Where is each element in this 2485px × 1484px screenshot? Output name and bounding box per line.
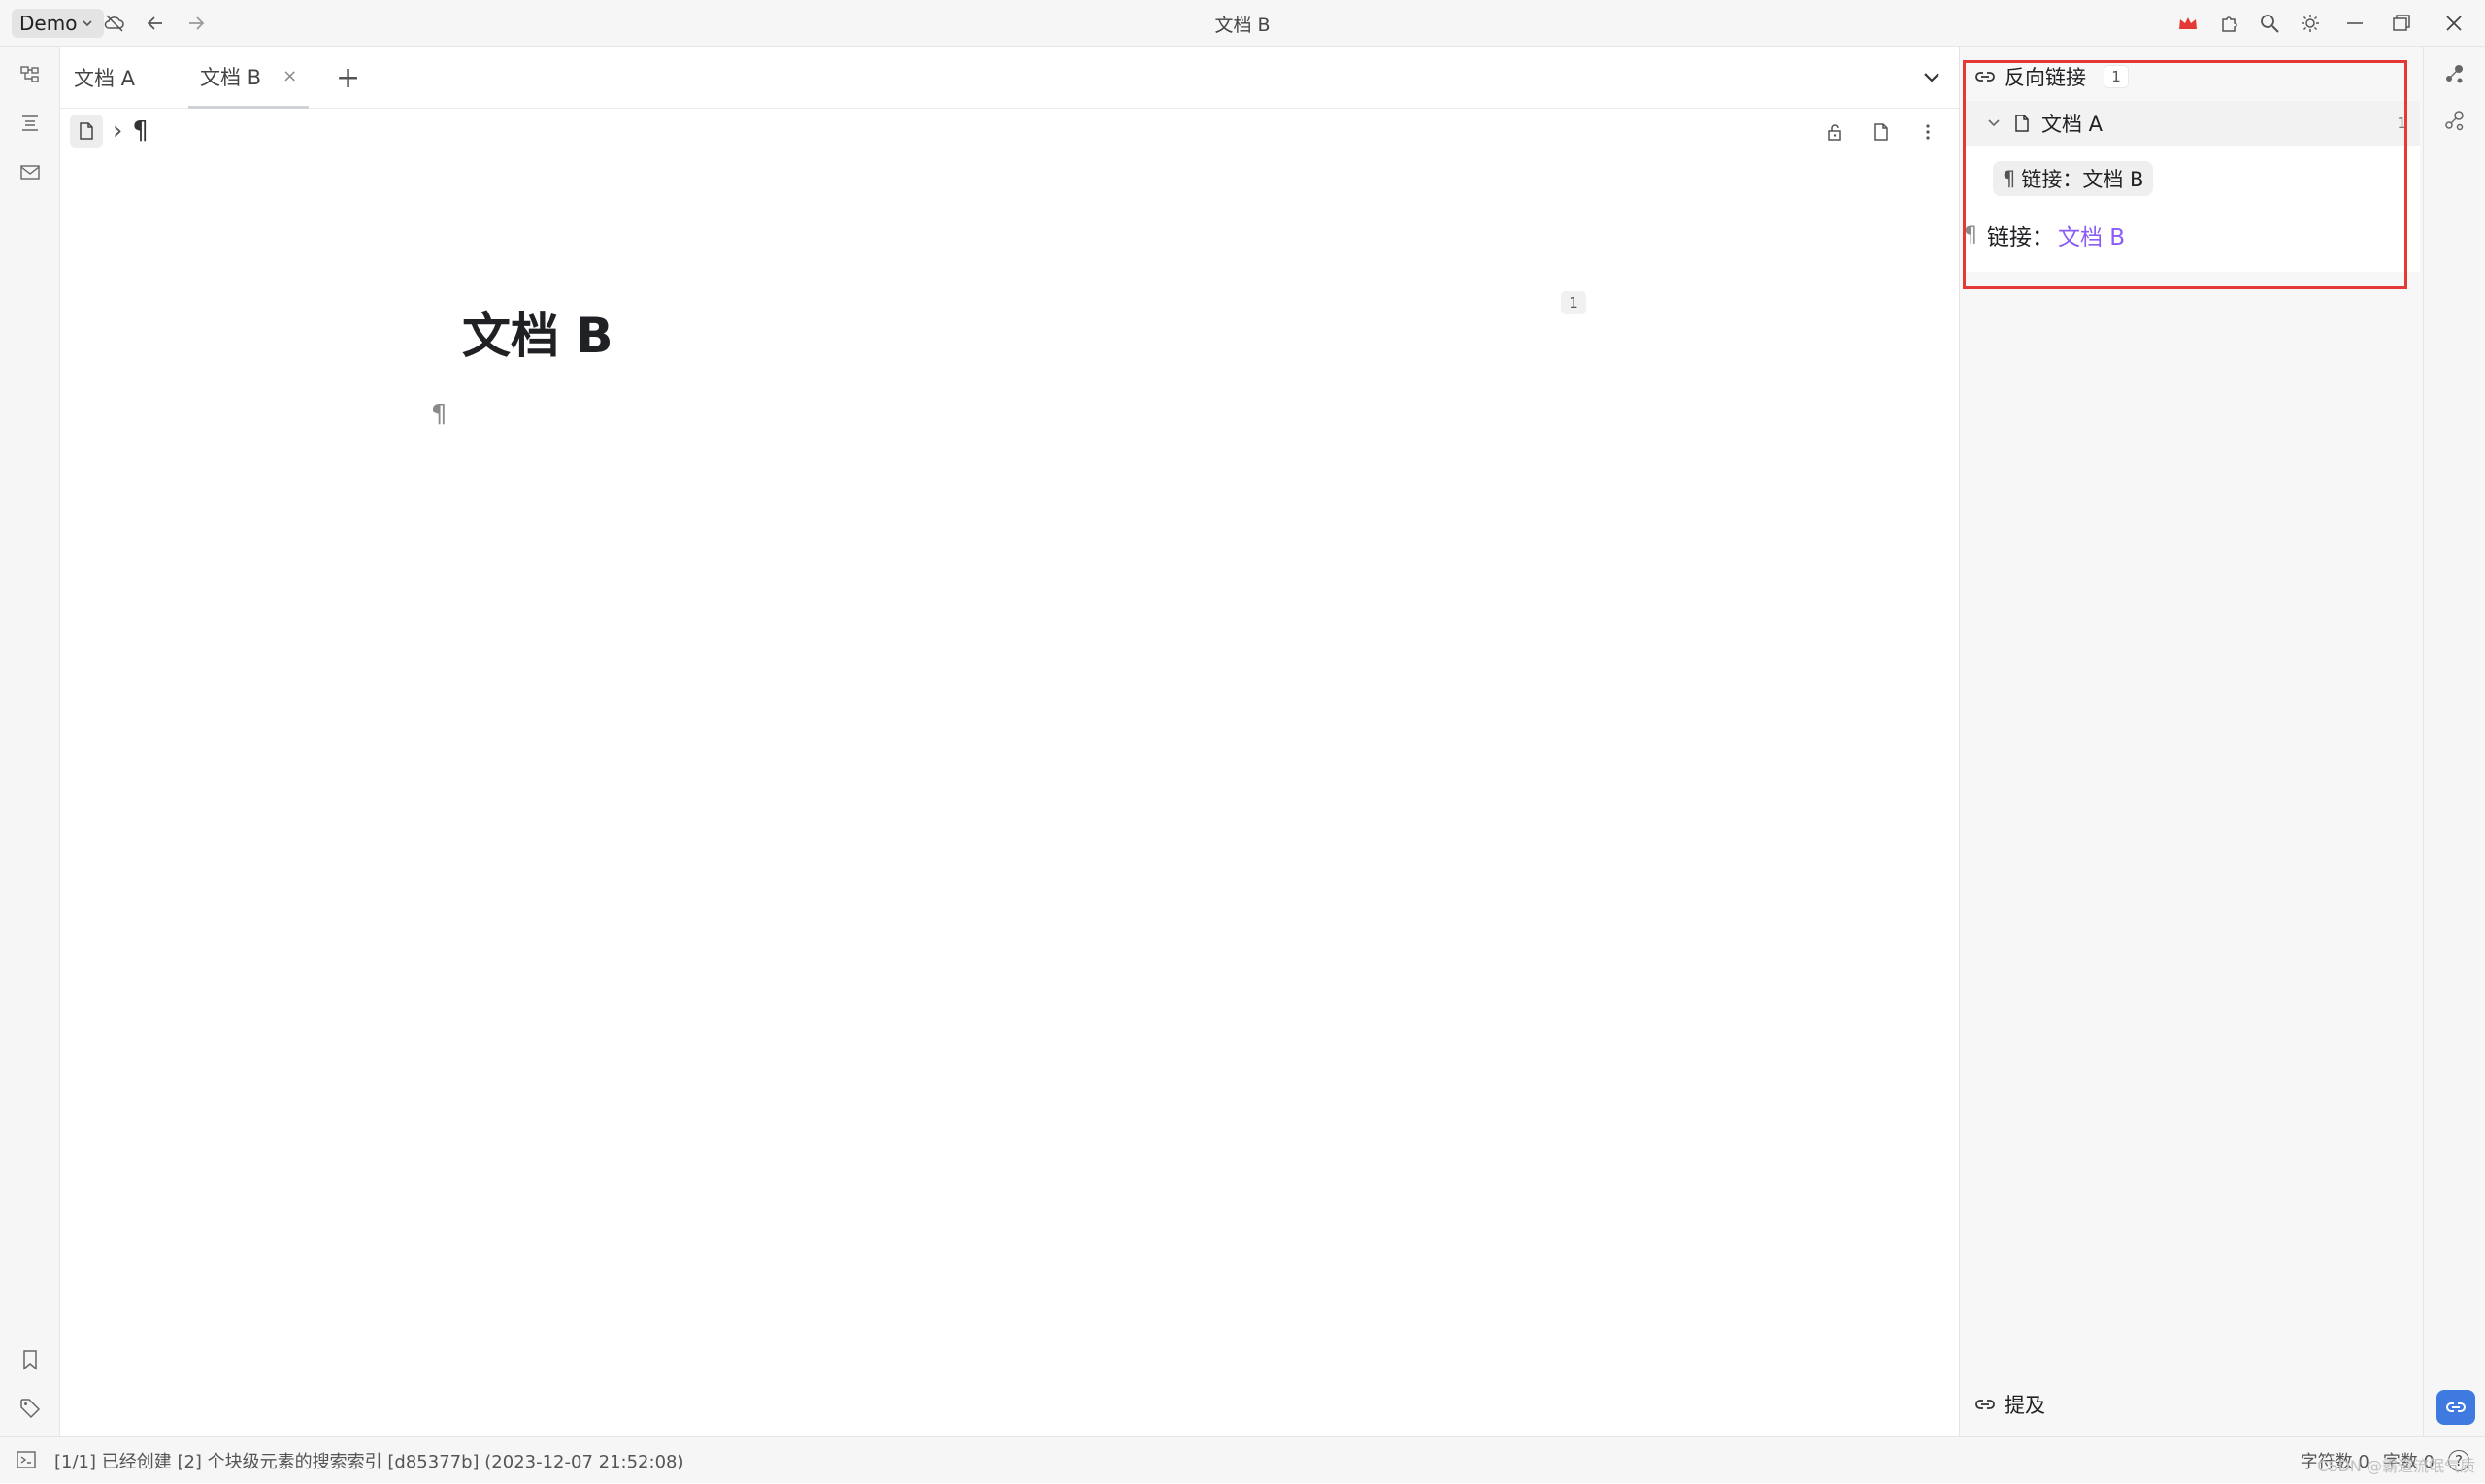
tab-label: 文档 B (200, 65, 262, 89)
backlink-doc-name: 文档 A (2041, 113, 2104, 136)
chevron-down-icon (83, 20, 93, 27)
chevron-down-icon (1924, 73, 1939, 82)
backlinks-title: 反向链接 (2005, 66, 2086, 89)
tab-doc-a[interactable]: 文档 A (74, 47, 135, 109)
tab-label: 文档 A (74, 67, 136, 90)
plugin-icon[interactable] (2215, 10, 2242, 37)
inbox-icon[interactable] (16, 157, 45, 186)
backlink-doc-count: 1 (2397, 115, 2406, 132)
backlink-doc-row[interactable]: 文档 A 1 (1964, 101, 2420, 146)
close-icon[interactable] (2440, 10, 2468, 37)
doc-icon (2015, 115, 2029, 132)
paragraph-icon: ¶ (1964, 222, 1977, 247)
tab-close-icon[interactable]: × (282, 66, 297, 86)
editor-toolbar (1819, 116, 1943, 148)
backlink-icon[interactable] (2436, 1390, 2475, 1425)
backlink-paragraph[interactable]: ¶ 链接： 文档 B (1964, 214, 2125, 256)
restore-icon[interactable] (2388, 10, 2415, 37)
doc-info-icon[interactable] (1866, 116, 1897, 148)
backlinks-header: 反向链接 1 (1973, 62, 2129, 91)
right-dock (2423, 47, 2485, 1436)
new-tab-button[interactable]: + (336, 47, 360, 109)
minimize-icon[interactable] (2341, 10, 2369, 37)
workspace-selector[interactable]: Demo (12, 9, 105, 38)
link-icon (1975, 72, 1995, 82)
title-bar: Demo 文档 B (0, 0, 2485, 47)
crown-icon[interactable] (2174, 10, 2202, 37)
file-tree-icon[interactable] (16, 60, 45, 89)
breadcrumb-separator: › (113, 116, 123, 146)
tab-list-button[interactable] (1920, 47, 1943, 109)
watermark: CSDN @霸道流氓气质 (2317, 1457, 2475, 1475)
backlink-ref-link[interactable]: 文档 B (2058, 218, 2125, 251)
outline-icon[interactable] (16, 109, 45, 138)
paragraph-icon[interactable]: ¶ (132, 116, 149, 146)
window-title: 文档 B (1214, 14, 1271, 36)
mentions-header[interactable]: 提及 (1973, 1390, 2045, 1419)
breadcrumb: › ¶ (70, 115, 149, 148)
back-arrow-icon[interactable] (142, 10, 169, 37)
backlink-breadcrumb-chip[interactable]: ¶ 链接：文档 B (1993, 161, 2154, 196)
paragraph-block-icon[interactable]: ¶ (431, 400, 447, 429)
workspace-name: Demo (19, 12, 78, 35)
document-title[interactable]: 文档 B (462, 297, 613, 367)
doc-icon[interactable] (70, 115, 103, 148)
link-icon (1975, 1400, 1995, 1409)
editor-area: 文档 A 文档 B × + › ¶ 文档 B 1 ¶ (60, 47, 1959, 1436)
tab-doc-b[interactable]: 文档 B × (188, 47, 310, 109)
theme-icon[interactable] (2297, 10, 2324, 37)
backlink-panel: 反向链接 1 文档 A 1 ¶ 链接：文档 B ¶ 链接： 文档 B 提及 (1959, 47, 2423, 1436)
global-graph-icon[interactable] (2440, 107, 2469, 136)
status-bar: [1/1] 已经创建 [2] 个块级元素的搜索索引 [d85377b] (202… (0, 1436, 2485, 1483)
status-message: [1/1] 已经创建 [2] 个块级元素的搜索索引 [d85377b] (202… (54, 1452, 684, 1472)
graph-icon[interactable] (2440, 60, 2469, 89)
backlinks-list: 文档 A 1 ¶ 链接：文档 B ¶ 链接： 文档 B (1964, 101, 2420, 272)
lock-icon[interactable] (1819, 116, 1850, 148)
chip-text: 链接：文档 B (2021, 168, 2144, 191)
more-icon[interactable] (1912, 116, 1943, 148)
left-dock (0, 47, 60, 1436)
chevron-down-icon[interactable] (1985, 115, 2003, 132)
backlink-count-badge[interactable]: 1 (1561, 291, 1586, 314)
tab-bar: 文档 A 文档 B × + (60, 47, 1959, 109)
backlink-prefix: 链接： (1987, 225, 2054, 250)
tag-icon[interactable] (16, 1394, 45, 1423)
mentions-title: 提及 (2005, 1394, 2045, 1417)
forward-arrow-icon[interactable] (182, 10, 210, 37)
status-menu-icon[interactable] (16, 1449, 39, 1472)
backlinks-count: 1 (2104, 65, 2129, 88)
cloud-off-icon[interactable] (101, 10, 128, 37)
bookmark-icon[interactable] (16, 1345, 45, 1374)
search-icon[interactable] (2256, 10, 2283, 37)
paragraph-icon: ¶ (2003, 167, 2016, 190)
